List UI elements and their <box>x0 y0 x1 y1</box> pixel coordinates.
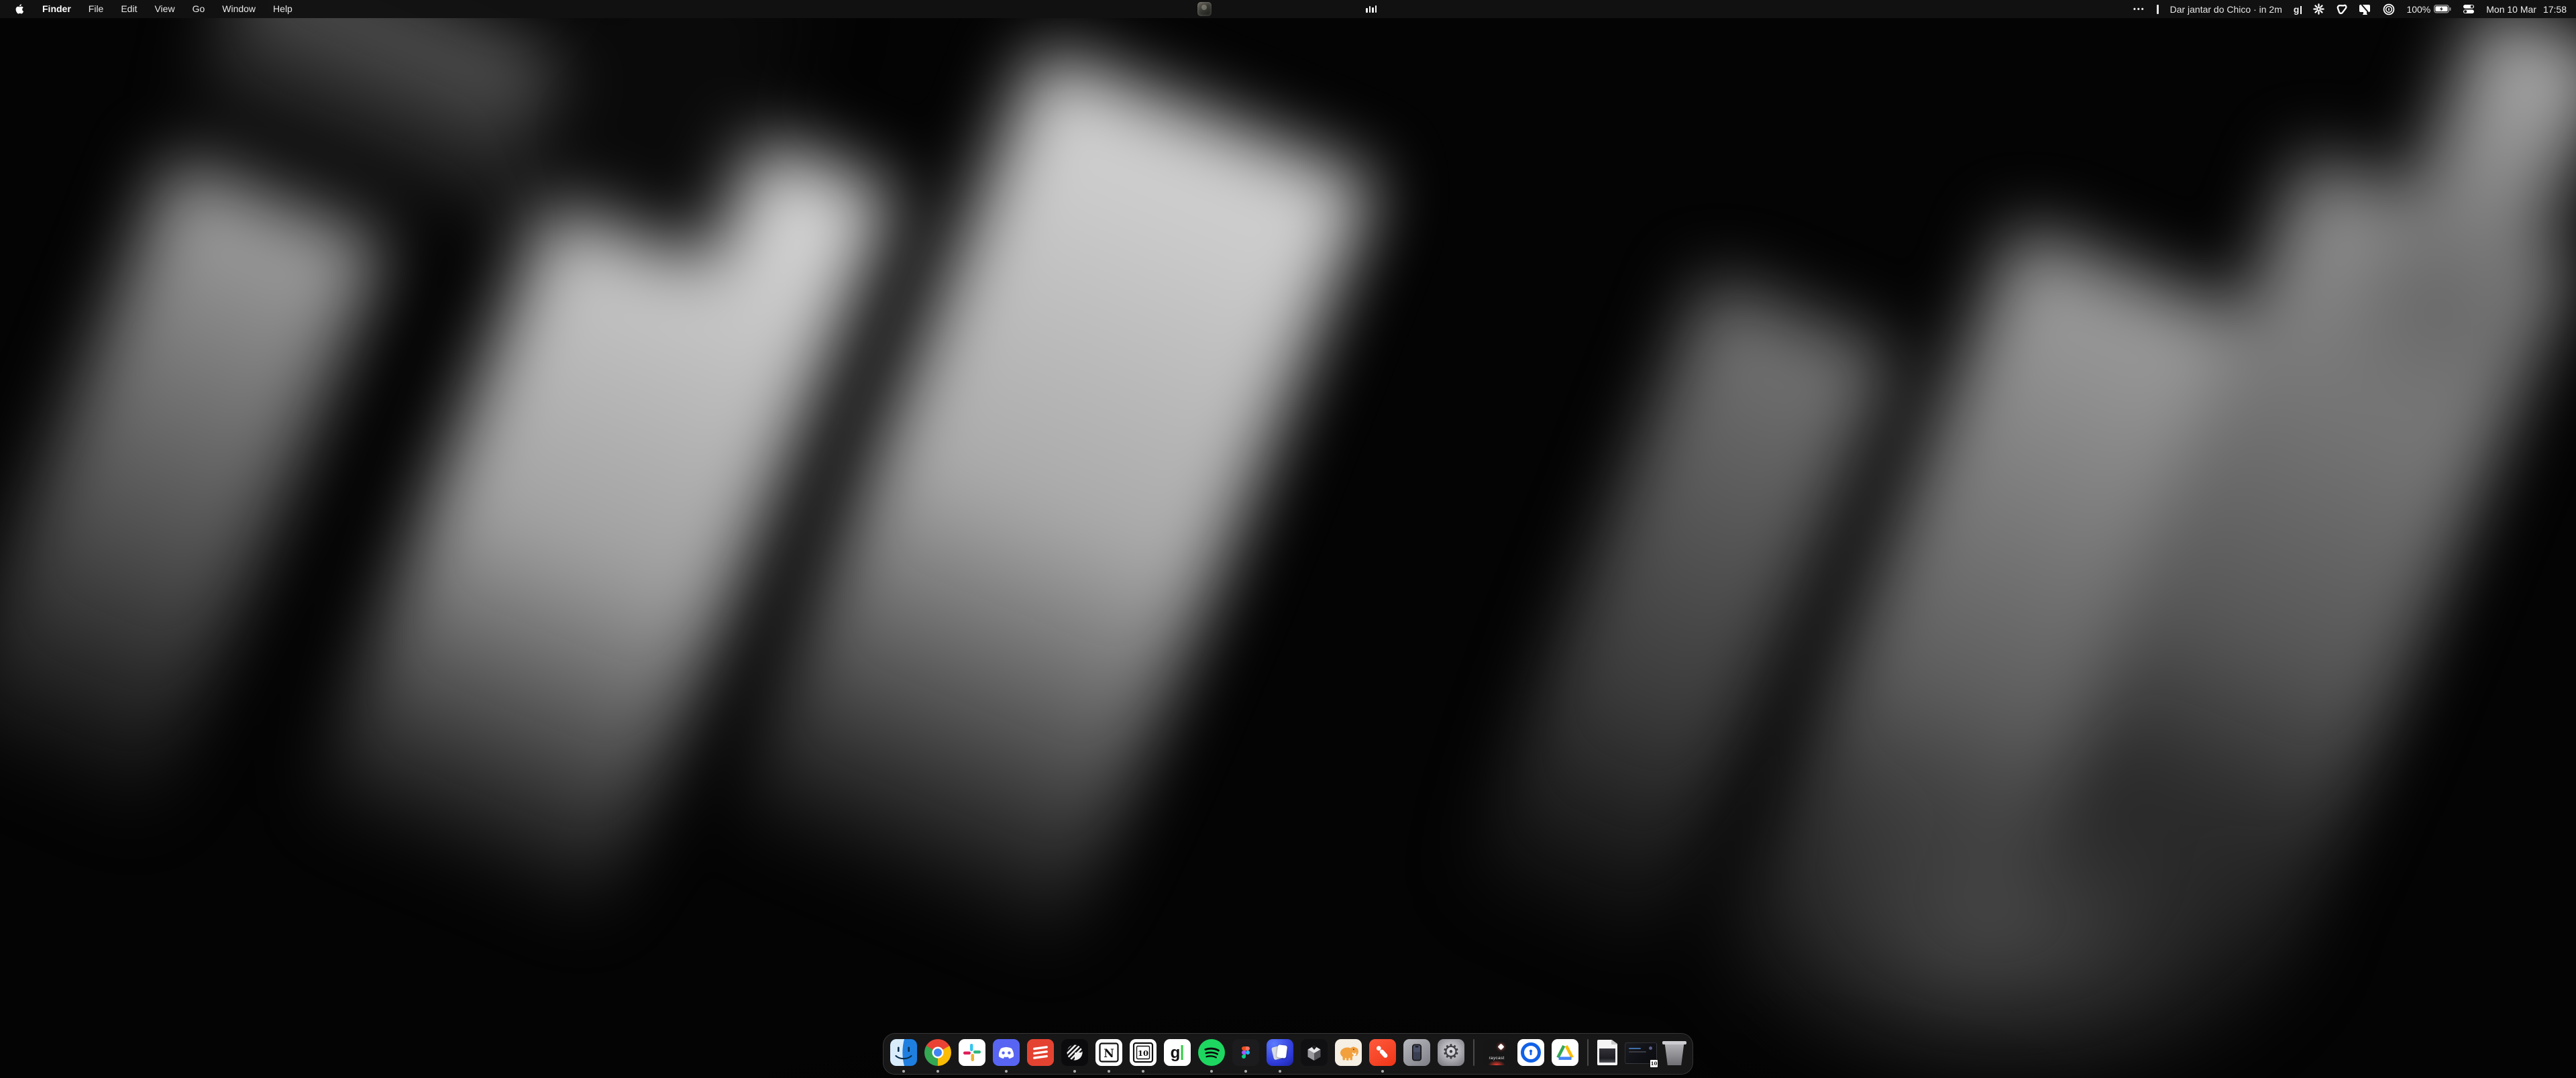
sun-burst-icon[interactable] <box>2313 3 2324 15</box>
dock-item-mammoth[interactable] <box>1335 1039 1362 1066</box>
dock-item-slack[interactable] <box>959 1039 985 1066</box>
menu-view[interactable]: View <box>154 0 174 18</box>
dock-item-1password[interactable] <box>1517 1039 1544 1066</box>
mammoth-app-icon <box>1335 1039 1362 1066</box>
finder-app-icon <box>890 1039 917 1066</box>
apple-menu-icon[interactable] <box>15 3 25 15</box>
iphone-mirroring-app-icon <box>1403 1039 1430 1066</box>
raycast-app-icon: raycast <box>1483 1039 1510 1066</box>
running-indicator <box>1142 1070 1144 1073</box>
control-center-icon[interactable] <box>2463 4 2475 14</box>
battery-icon <box>2434 5 2451 13</box>
dock-item-craft[interactable] <box>1267 1039 1293 1066</box>
dock-item-raycast[interactable]: raycast <box>1483 1039 1510 1066</box>
dock-item-finder[interactable] <box>890 1039 917 1066</box>
dock-item-minimized-window[interactable]: 10 <box>1625 1039 1656 1066</box>
running-indicator <box>936 1070 939 1073</box>
menu-help[interactable]: Help <box>273 0 292 18</box>
dock-item-notion-calendar[interactable]: 10 <box>1130 1039 1157 1066</box>
gear-icon: ⚙ <box>1442 1042 1460 1063</box>
dock-item-notion[interactable]: N <box>1095 1039 1122 1066</box>
dock-item-godspeed[interactable]: g <box>1164 1039 1191 1066</box>
godspeed-app-icon: g <box>1164 1039 1191 1066</box>
spotify-app-icon <box>1198 1039 1225 1066</box>
dock-item-todoist[interactable] <box>1027 1039 1054 1066</box>
svg-text:g: g <box>1171 1044 1181 1062</box>
menu-file[interactable]: File <box>89 0 104 18</box>
status-separator <box>2157 5 2159 14</box>
g-cursor-icon[interactable]: g <box>2294 5 2302 14</box>
google-drive-app-icon <box>1552 1039 1578 1066</box>
menu-window[interactable]: Window <box>222 0 256 18</box>
dock-item-google-drive[interactable] <box>1552 1039 1578 1066</box>
running-indicator <box>1279 1070 1281 1073</box>
dock-separator <box>1473 1039 1474 1066</box>
svg-text:N: N <box>1104 1047 1114 1061</box>
linear-app-icon <box>1061 1039 1088 1066</box>
minimized-window-app-badge: 10 <box>1650 1059 1658 1068</box>
pointer-pick-icon[interactable] <box>2336 3 2347 15</box>
clock-date: Mon 10 Mar <box>2486 4 2536 15</box>
battery-percent-label: 100% <box>2406 4 2430 15</box>
menu-go[interactable]: Go <box>193 0 205 18</box>
dock-item-discord[interactable] <box>993 1039 1020 1066</box>
running-indicator <box>1005 1070 1008 1073</box>
running-indicator <box>1073 1070 1076 1073</box>
svg-text:10: 10 <box>1138 1048 1148 1058</box>
menu-bar: Finder File Edit View Go Window Help •••… <box>0 0 2576 18</box>
running-indicator <box>1244 1070 1247 1073</box>
dock: N 10 g <box>883 1033 1693 1075</box>
dock-item-system-settings[interactable]: ⚙ <box>1438 1039 1464 1066</box>
onepassword-menu-icon[interactable] <box>2383 3 2395 15</box>
craft-app-icon <box>1267 1039 1293 1066</box>
figma-app-icon <box>1232 1039 1259 1066</box>
reminder-status-text[interactable]: Dar jantar do Chico · in 2m <box>2170 4 2282 15</box>
dock-separator <box>1587 1039 1589 1066</box>
dock-item-linear[interactable] <box>1061 1039 1088 1066</box>
dock-item-figma[interactable] <box>1232 1039 1259 1066</box>
running-indicator <box>1108 1070 1110 1073</box>
dock-item-iphone-mirroring[interactable] <box>1403 1039 1430 1066</box>
menu-bar-left: Finder File Edit View Go Window Help <box>0 0 292 18</box>
trash-icon <box>1663 1040 1686 1065</box>
google-chrome-app-icon <box>924 1039 951 1066</box>
overflow-dots-icon[interactable]: ••• <box>2133 5 2145 13</box>
desktop-wallpaper[interactable] <box>0 0 2576 1078</box>
slack-app-icon <box>959 1039 985 1066</box>
now-playing-album-art[interactable] <box>1197 2 1212 16</box>
running-indicator <box>902 1070 905 1073</box>
document-file-icon <box>1597 1040 1617 1065</box>
dock-item-trash[interactable] <box>1663 1039 1686 1066</box>
dock-item-document-file[interactable] <box>1597 1039 1617 1066</box>
todoist-app-icon <box>1027 1039 1054 1066</box>
menu-bar-status: ••• Dar jantar do Chico · in 2m g 100% M… <box>2133 0 2576 18</box>
spline-app-icon <box>1301 1039 1328 1066</box>
running-indicator <box>1210 1070 1213 1073</box>
notion-calendar-app-icon: 10 <box>1130 1039 1157 1066</box>
dock-item-superhuman[interactable] <box>1369 1039 1396 1066</box>
running-indicator <box>1381 1070 1384 1073</box>
notion-app-icon: N <box>1095 1039 1122 1066</box>
system-settings-app-icon: ⚙ <box>1438 1039 1464 1066</box>
discord-app-icon <box>993 1039 1020 1066</box>
onepassword-app-icon <box>1517 1039 1544 1066</box>
superhuman-app-icon <box>1369 1039 1396 1066</box>
menu-app-name[interactable]: Finder <box>42 0 71 18</box>
menu-edit[interactable]: Edit <box>121 0 137 18</box>
dock-item-google-chrome[interactable] <box>924 1039 951 1066</box>
raycast-diamond-icon <box>1498 1044 1505 1050</box>
battery-status[interactable]: 100% <box>2406 4 2451 15</box>
dock-item-spline[interactable] <box>1301 1039 1328 1066</box>
wallpaper-vignette <box>0 0 2576 1078</box>
clock-time: 17:58 <box>2543 4 2567 15</box>
menu-bar-clock[interactable]: Mon 10 Mar 17:58 <box>2486 4 2567 15</box>
display-mirroring-icon[interactable] <box>2359 3 2371 15</box>
dock-item-spotify[interactable] <box>1198 1039 1225 1066</box>
audio-visualizer-icon[interactable] <box>1366 5 1377 13</box>
